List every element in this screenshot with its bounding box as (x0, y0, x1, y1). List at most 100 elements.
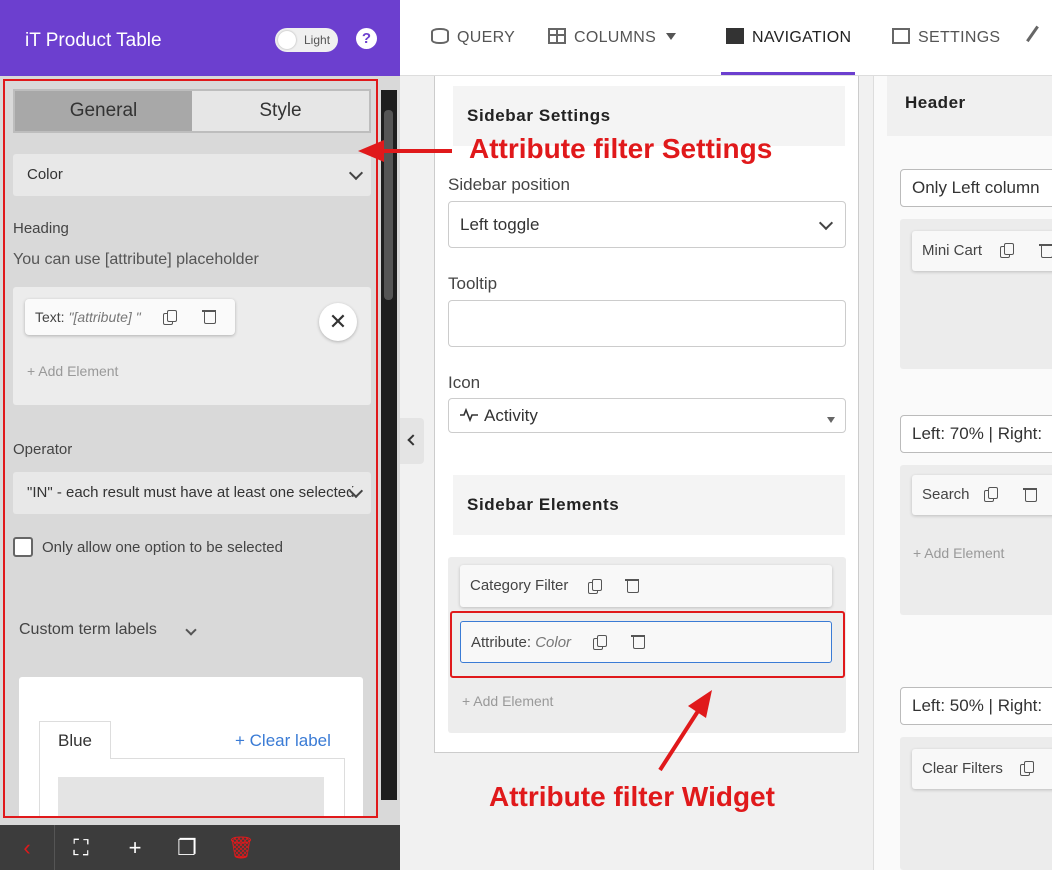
mini-cart-label: Mini Cart (922, 242, 983, 259)
copy-icon[interactable] (163, 310, 177, 325)
tab-columns[interactable]: COLUMNS (548, 28, 677, 47)
theme-toggle[interactable]: Light (275, 28, 338, 52)
table-icon (548, 28, 566, 44)
category-filter-chip[interactable]: Category Filter (460, 565, 832, 607)
sidebar-position-select[interactable]: Left toggle (448, 201, 846, 248)
tab-query[interactable]: QUERY (431, 28, 515, 47)
sidebar-elements-title: Sidebar Elements (453, 475, 845, 535)
close-button[interactable]: ✕ (319, 303, 357, 341)
single-option-checkbox[interactable] (13, 537, 33, 557)
heading-label: Heading (13, 220, 69, 237)
settings-tabs: General Style (13, 89, 371, 133)
scrollbar-thumb[interactable] (384, 110, 393, 300)
chevron-down-icon (818, 215, 834, 231)
header-panel: Header Only Left column Mini Cart Left: … (873, 76, 1052, 870)
header-title: Header (887, 76, 1052, 136)
search-chip-label: Search (922, 486, 970, 503)
tooltip-input[interactable] (448, 300, 846, 347)
icon-value: Activity (484, 406, 538, 425)
category-filter-label: Category Filter (470, 577, 569, 594)
tab-general[interactable]: General (15, 91, 192, 131)
trash-icon[interactable] (202, 309, 216, 324)
custom-term-box: Blue + Clear label (19, 677, 363, 816)
operator-select[interactable]: "IN" - each result must have at least on… (13, 472, 371, 514)
widget-highlight-box (450, 611, 845, 678)
term-panel (39, 758, 345, 816)
search-chip[interactable]: Search (912, 475, 1052, 515)
tab-navigation[interactable]: NAVIGATION (726, 28, 851, 47)
database-icon (431, 28, 449, 44)
chevron-down-icon (348, 165, 364, 181)
copy-icon[interactable] (1000, 243, 1014, 258)
add-icon[interactable]: + (108, 825, 162, 870)
copy-icon[interactable] (1020, 761, 1034, 776)
layout-select-2[interactable]: Left: 70% | Right: (900, 415, 1052, 453)
back-icon[interactable]: ‹ (0, 825, 54, 870)
copy-icon[interactable] (984, 487, 998, 502)
icon-label: Icon (448, 373, 481, 392)
operator-label: Operator (13, 441, 73, 458)
add-element-link[interactable]: + Add Element (462, 693, 553, 709)
trash-icon[interactable] (1023, 487, 1037, 502)
left-editor-panel: iT Product Table Light ? General Style C… (0, 0, 400, 870)
clear-filters-chip[interactable]: Clear Filters (912, 749, 1052, 789)
add-element-link[interactable]: + Add Element (27, 363, 118, 379)
heading-element-area: Text: "[attribute] " ✕ + Add Element (13, 287, 371, 405)
copy-icon[interactable] (588, 579, 602, 594)
app-title: iT Product Table (25, 30, 162, 51)
tooltip-label: Tooltip (448, 274, 498, 293)
text-element-chip[interactable]: Text: "[attribute] " (25, 299, 235, 335)
attribute-select-value: Color (27, 166, 63, 183)
clear-filters-label: Clear Filters (922, 760, 1003, 777)
operator-select-value: "IN" - each result must have at least on… (27, 484, 355, 501)
trash-icon[interactable] (625, 578, 639, 593)
text-chip-value: "[attribute] " (68, 309, 141, 325)
tab-query-label: QUERY (457, 29, 516, 46)
activity-icon (460, 408, 478, 422)
navigation-icon (726, 28, 744, 44)
help-icon[interactable]: ? (356, 28, 377, 49)
fullscreen-icon[interactable]: ⛶ (54, 825, 108, 870)
tab-style[interactable] (1026, 25, 1052, 49)
sidebar-position-label: Sidebar position (448, 175, 570, 194)
toggle-knob (278, 31, 296, 49)
term-input[interactable] (58, 777, 324, 816)
widget-annotation: Attribute filter Widget (489, 781, 775, 812)
sidebar-position-value: Left toggle (460, 215, 540, 234)
text-chip-prefix: Text: (35, 309, 69, 325)
heading-hint: You can use [attribute] placeholder (13, 251, 259, 268)
toggle-label: Light (304, 33, 331, 47)
layout-select-3[interactable]: Left: 50% | Right: (900, 687, 1052, 725)
tab-settings-label: SETTINGS (918, 29, 1001, 46)
copy-icon[interactable]: ❐ (160, 825, 214, 870)
layout-select-1[interactable]: Only Left column (900, 169, 1052, 207)
term-tab-blue[interactable]: Blue (39, 721, 111, 759)
add-element-link[interactable]: + Add Element (913, 545, 1004, 561)
attribute-select[interactable]: Color (13, 154, 371, 196)
collapse-panel-button[interactable] (400, 418, 424, 464)
icon-select[interactable]: Activity (448, 398, 846, 433)
layout-zone-2: Search + Add Element (900, 465, 1052, 615)
custom-term-labels-toggle[interactable]: Custom term labels (19, 621, 157, 639)
settings-annotation: Attribute filter Settings (469, 133, 773, 164)
caret-down-icon (666, 33, 677, 40)
tab-settings[interactable]: SETTINGS (892, 28, 1000, 47)
mini-cart-chip[interactable]: Mini Cart (912, 231, 1052, 271)
layout-zone-3: Clear Filters (900, 737, 1052, 870)
brand-header: iT Product Table Light ? (0, 0, 400, 76)
tab-columns-label: COLUMNS (574, 29, 657, 46)
top-navigation: QUERY COLUMNS NAVIGATION SETTINGS (400, 0, 1052, 76)
settings-icon (892, 28, 910, 44)
tab-navigation-label: NAVIGATION (752, 29, 852, 46)
single-option-label: Only allow one option to be selected (42, 539, 283, 556)
scrollbar[interactable] (381, 90, 397, 800)
delete-icon[interactable]: 🗑 (214, 825, 268, 870)
tab-style[interactable]: Style (192, 91, 369, 131)
clear-label-link[interactable]: + Clear label (235, 731, 331, 751)
caret-down-icon (827, 417, 835, 423)
chevron-left-icon (407, 434, 419, 446)
bottom-toolbar: ‹ ⛶ + ❐ 🗑 (0, 825, 400, 870)
app-root: iT Product Table Light ? General Style C… (0, 0, 1052, 870)
trash-icon[interactable] (1039, 243, 1052, 258)
layout-zone-1: Mini Cart (900, 219, 1052, 369)
